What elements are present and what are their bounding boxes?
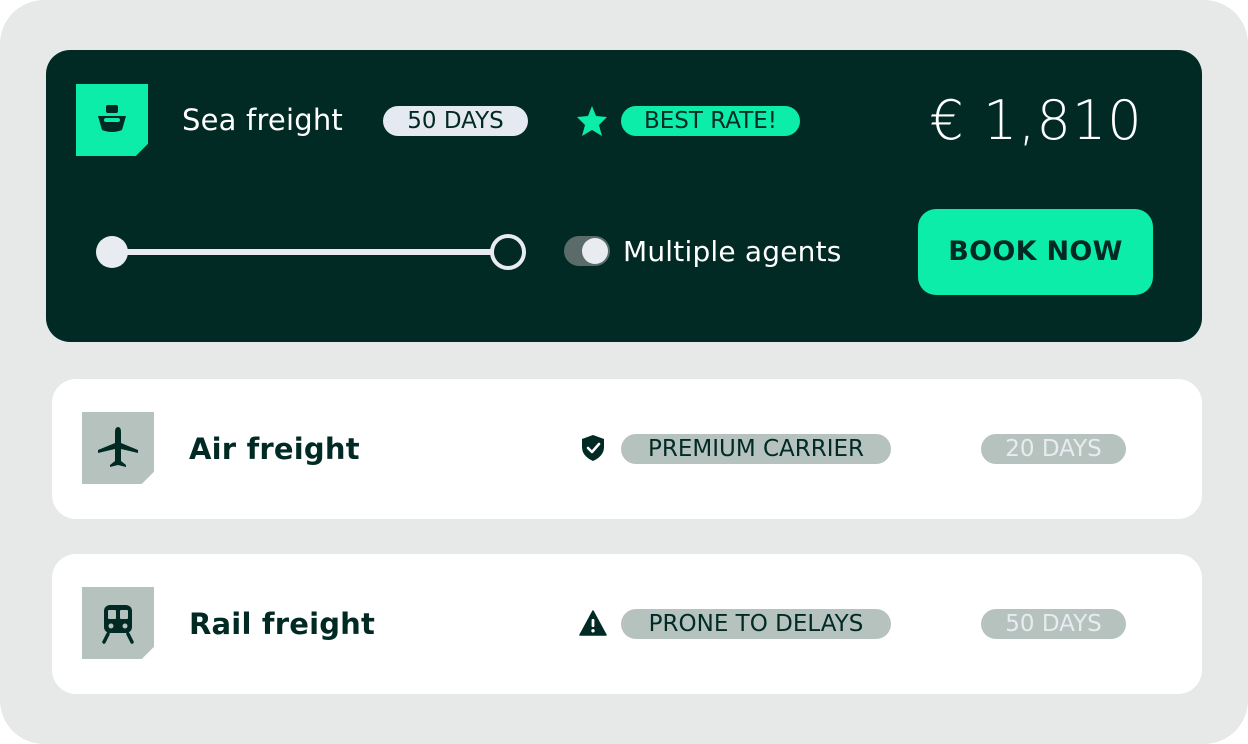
range-slider[interactable] — [96, 234, 526, 270]
freight-options-panel: Sea freight 50 DAYS BEST RATE! € 1,810 M… — [0, 0, 1248, 744]
duration-badge: 50 DAYS — [383, 106, 528, 136]
best-rate-badge: BEST RATE! — [621, 106, 800, 136]
slider-track — [112, 249, 508, 255]
airplane-icon — [82, 412, 154, 484]
toggle-knob — [582, 238, 608, 264]
carrier-tag: PREMIUM CARRIER — [621, 434, 891, 464]
price: € 1,810 — [929, 89, 1143, 152]
slider-end-handle[interactable] — [490, 234, 526, 270]
slider-start-handle[interactable] — [96, 236, 128, 268]
delay-tag: PRONE TO DELAYS — [621, 609, 891, 639]
option-title: Rail freight — [189, 607, 376, 641]
ship-icon — [76, 84, 148, 156]
warning-icon — [579, 609, 607, 637]
option-title: Air freight — [189, 432, 360, 466]
option-row[interactable]: Air freight PREMIUM CARRIER 20 DAYS — [52, 379, 1202, 519]
shield-check-icon — [579, 434, 607, 462]
selected-option-card[interactable]: Sea freight 50 DAYS BEST RATE! € 1,810 M… — [46, 50, 1202, 342]
option-row[interactable]: Rail freight PRONE TO DELAYS 50 DAYS — [52, 554, 1202, 694]
option-title: Sea freight — [182, 103, 343, 137]
toggle-label: Multiple agents — [623, 235, 842, 268]
duration-badge: 50 DAYS — [981, 609, 1126, 639]
star-icon — [575, 104, 609, 138]
train-icon — [82, 587, 154, 659]
multiple-agents-toggle[interactable] — [564, 236, 610, 266]
duration-badge: 20 DAYS — [981, 434, 1126, 464]
book-now-button[interactable]: BOOK NOW — [918, 209, 1153, 295]
